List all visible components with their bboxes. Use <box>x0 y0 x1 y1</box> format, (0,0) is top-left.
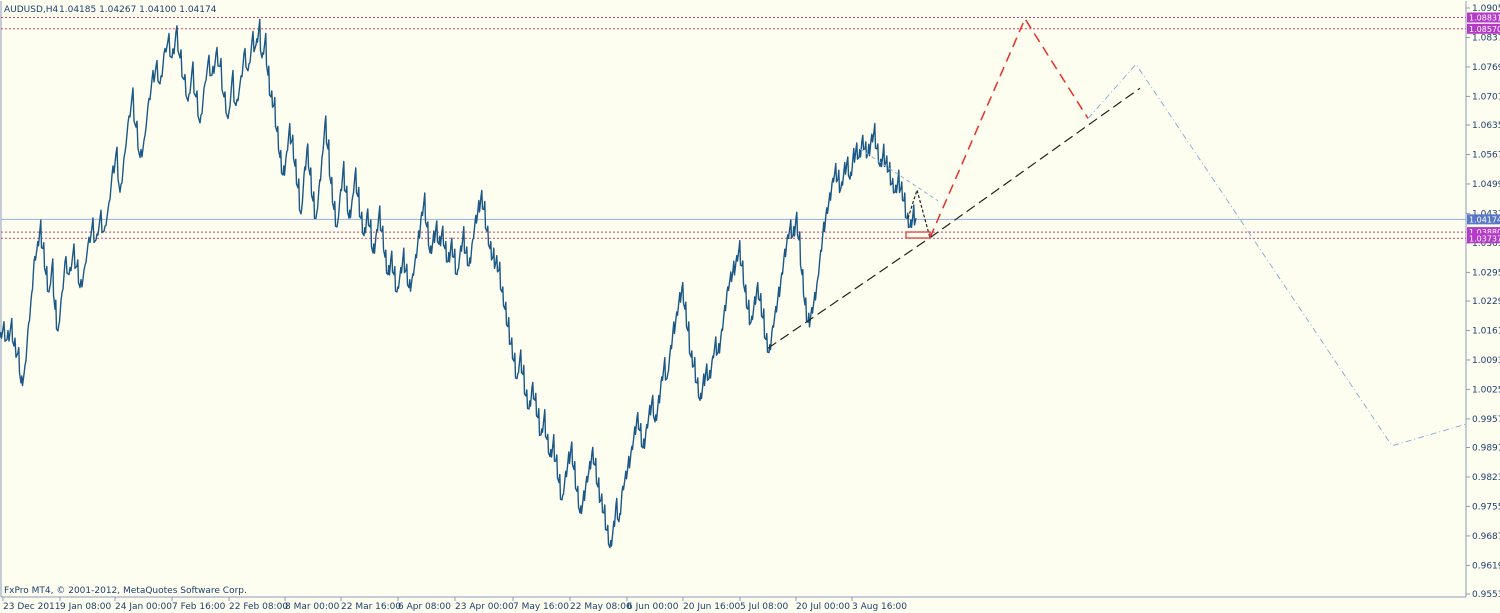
y-tick-label: 1.08370 <box>1472 33 1500 43</box>
y-tick-label: 0.98910 <box>1472 444 1500 454</box>
x-tick-label: 7 May 16:00 <box>513 602 569 612</box>
y-tick-label: 1.01610 <box>1472 326 1500 336</box>
x-tick-label: 9 Jan 08:00 <box>60 602 112 612</box>
price-axis: 1.090501.083701.076901.070101.063501.056… <box>1466 4 1500 600</box>
y-tick-label: 0.99570 <box>1472 415 1500 425</box>
y-tick-label: 1.07690 <box>1472 63 1500 73</box>
symbol-label: AUDUSD,H4 <box>4 5 59 15</box>
y-tick-label: 1.05670 <box>1472 151 1500 161</box>
y-tick-label: 0.95530 <box>1472 590 1500 600</box>
copyright-text: FxPro MT4, © 2001-2012, MetaQuotes Softw… <box>4 586 247 596</box>
x-tick-label: 5 Jul 08:00 <box>740 602 789 612</box>
y-tick-label: 0.96870 <box>1472 532 1500 542</box>
price-chart[interactable]: 1.090501.083701.076901.070101.063501.056… <box>0 0 1500 613</box>
price-badge-label: 1.08831 <box>1469 13 1500 22</box>
ohlc-values: 1.04185 1.04267 1.04100 1.04174 <box>59 5 217 15</box>
x-tick-label: 3 Aug 16:00 <box>852 602 907 612</box>
chart-window: 1.090501.083701.076901.070101.063501.056… <box>0 0 1500 613</box>
x-tick-label: 6 Jun 00:00 <box>627 602 679 612</box>
y-tick-label: 1.06350 <box>1472 121 1500 131</box>
price-badge-label: 1.03737 <box>1469 234 1500 243</box>
x-tick-label: 7 Feb 16:00 <box>172 602 226 612</box>
y-tick-label: 0.97550 <box>1472 502 1500 512</box>
x-tick-label: 22 Feb 08:00 <box>229 602 288 612</box>
x-tick-label: 8 Mar 00:00 <box>285 602 340 612</box>
x-tick-label: 20 Jul 00:00 <box>796 602 850 612</box>
x-tick-label: 23 Dec 2011 <box>3 602 61 612</box>
x-tick-label: 23 Apr 00:00 <box>455 602 514 612</box>
y-tick-label: 0.96190 <box>1472 561 1500 571</box>
x-tick-label: 22 Mar 16:00 <box>341 602 401 612</box>
y-tick-label: 1.04990 <box>1472 180 1500 190</box>
x-tick-label: 24 Jan 00:00 <box>115 602 172 612</box>
x-tick-label: 22 May 08:00 <box>570 602 632 612</box>
x-tick-label: 20 Jun 16:00 <box>683 602 740 612</box>
x-tick-label: 6 Apr 08:00 <box>398 602 451 612</box>
y-tick-label: 1.00250 <box>1472 385 1500 395</box>
y-tick-label: 1.00930 <box>1472 356 1500 366</box>
y-tick-label: 1.02290 <box>1472 297 1500 307</box>
price-badge-label: 1.04174 <box>1469 215 1500 224</box>
y-tick-label: 1.02950 <box>1472 268 1500 278</box>
y-tick-label: 0.98230 <box>1472 473 1500 483</box>
y-tick-label: 1.07010 <box>1472 92 1500 102</box>
price-badge-label: 1.08570 <box>1469 25 1500 34</box>
